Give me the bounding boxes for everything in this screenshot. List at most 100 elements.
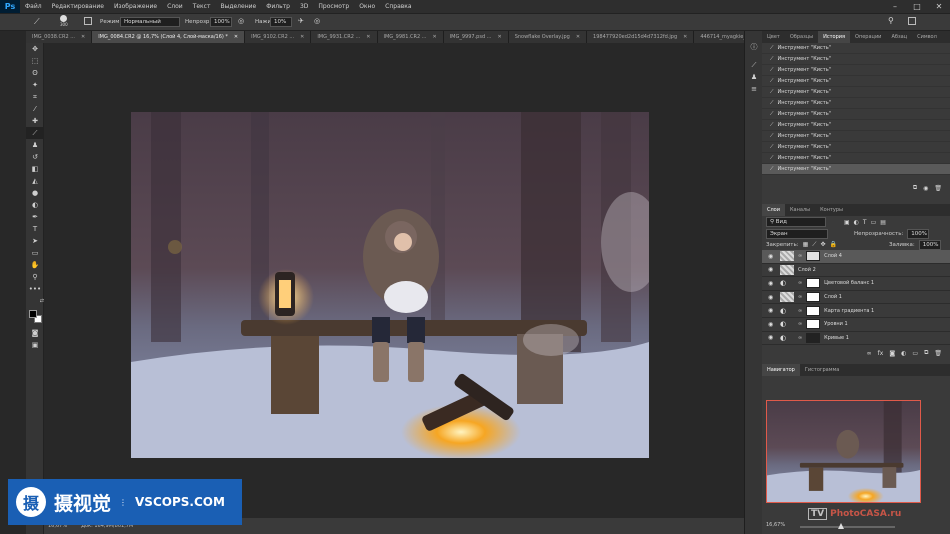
eye-icon[interactable]: ◉ bbox=[768, 253, 776, 260]
layer-mask-thumbnail[interactable] bbox=[806, 305, 821, 316]
new-document-from-state-icon[interactable]: ⧉ bbox=[913, 184, 917, 192]
close-icon[interactable]: ✕ bbox=[576, 34, 580, 40]
blur-tool-icon[interactable]: ● bbox=[26, 187, 44, 199]
eye-icon[interactable]: ◉ bbox=[768, 266, 776, 273]
history-item[interactable]: ⟋ Инструмент "Кисть" bbox=[762, 142, 950, 153]
history-item[interactable]: ⟋ Инструмент "Кисть" bbox=[762, 65, 950, 76]
history-item[interactable]: ⟋ Инструмент "Кисть" bbox=[762, 120, 950, 131]
more-tools-icon[interactable]: ••• bbox=[26, 283, 44, 295]
close-icon[interactable]: ✕ bbox=[366, 34, 370, 40]
snapshot-icon[interactable]: ◉ bbox=[923, 185, 928, 192]
menu-edit[interactable]: Редактирование bbox=[47, 3, 109, 10]
adjustment-layer-icon[interactable]: ◐ bbox=[901, 350, 906, 357]
eye-icon[interactable]: ◉ bbox=[768, 334, 776, 341]
filter-pixel-icon[interactable]: ▣ bbox=[844, 219, 850, 226]
history-item[interactable]: ⟋ Инструмент "Кисть" bbox=[762, 98, 950, 109]
doc-tab-active[interactable]: IMG_0084.CR2 @ 16,7% (Слой 4, Слой-маска… bbox=[92, 31, 246, 43]
trash-icon[interactable]: 🗑 bbox=[934, 185, 942, 192]
swap-colors-icon[interactable]: ⇄ bbox=[26, 295, 44, 307]
type-tool-icon[interactable]: T bbox=[26, 223, 44, 235]
menu-filter[interactable]: Фильтр bbox=[261, 3, 295, 10]
rectangle-tool-icon[interactable]: ▭ bbox=[26, 247, 44, 259]
lock-position-icon[interactable]: ✥ bbox=[820, 241, 825, 248]
layer-mask-thumbnail[interactable] bbox=[806, 292, 821, 303]
hand-tool-icon[interactable]: ✋ bbox=[26, 259, 44, 271]
layer-row[interactable]: ◉ ◐ ∞ Карта градиента 1 bbox=[762, 304, 950, 318]
workspace-icon[interactable] bbox=[908, 17, 916, 25]
layer-mask-thumbnail[interactable] bbox=[806, 332, 821, 343]
doc-tab[interactable]: IMG_9931.CR2 ... ✕ bbox=[311, 31, 378, 43]
eye-icon[interactable]: ◉ bbox=[768, 294, 776, 301]
lock-transparent-icon[interactable]: ▦ bbox=[803, 241, 809, 248]
foreground-color-swatch[interactable] bbox=[29, 310, 37, 318]
tab-navigator[interactable]: Навигатор bbox=[762, 364, 800, 377]
layer-mask-thumbnail[interactable] bbox=[806, 278, 821, 289]
blend-mode-select[interactable]: Экран bbox=[766, 228, 828, 239]
eye-icon[interactable]: ◉ bbox=[768, 307, 776, 314]
brush-tool-icon[interactable]: ⟋ bbox=[34, 17, 40, 27]
navigator-slider-handle[interactable] bbox=[838, 523, 844, 529]
menu-image[interactable]: Изображение bbox=[109, 3, 162, 10]
close-icon[interactable]: ✕ bbox=[928, 0, 950, 13]
pressure-opacity-icon[interactable]: ◎ bbox=[238, 17, 244, 25]
move-tool-icon[interactable]: ✥ bbox=[26, 43, 44, 55]
tab-history[interactable]: История bbox=[818, 31, 851, 43]
close-icon[interactable]: ✕ bbox=[497, 34, 501, 40]
navigator-zoom-slider[interactable] bbox=[800, 526, 895, 528]
close-icon[interactable]: ✕ bbox=[234, 34, 238, 40]
navigator-preview[interactable] bbox=[766, 400, 921, 503]
menu-view[interactable]: Просмотр bbox=[313, 3, 354, 10]
quick-mask-icon[interactable]: ◙ bbox=[26, 327, 44, 339]
layer-opacity-field[interactable]: 100% bbox=[907, 228, 930, 239]
fx-icon[interactable]: fx bbox=[878, 350, 884, 357]
tab-layers[interactable]: Слои bbox=[762, 204, 785, 216]
brush-preset-picker[interactable]: 300 bbox=[60, 15, 68, 27]
trash-icon[interactable]: 🗑 bbox=[934, 350, 942, 357]
flow-field[interactable]: 10% bbox=[270, 17, 292, 27]
layer-row[interactable]: ◉ ∞ Слой 1 bbox=[762, 291, 950, 305]
menu-layers[interactable]: Слои bbox=[162, 3, 188, 10]
menu-window[interactable]: Окно bbox=[354, 3, 380, 10]
tab-paragraph[interactable]: Абзац bbox=[886, 31, 912, 43]
layer-row[interactable]: ◉ ◐ ∞ Цветовой баланс 1 bbox=[762, 277, 950, 291]
doc-tab[interactable]: Snowflake Overlay.jpg ✕ bbox=[508, 31, 588, 43]
menu-file[interactable]: Файл bbox=[20, 3, 47, 10]
fill-field[interactable]: 100% bbox=[918, 239, 941, 250]
brush-panel-icon[interactable] bbox=[84, 17, 92, 25]
eye-icon[interactable]: ◉ bbox=[768, 321, 776, 328]
dodge-tool-icon[interactable]: ◐ bbox=[26, 199, 44, 211]
clone-stamp-tool-icon[interactable]: ♟ bbox=[26, 139, 44, 151]
doc-tab[interactable]: 198477920ed2d15d4d7312fd.jpg ✕ bbox=[587, 31, 695, 43]
link-icon[interactable]: ∞ bbox=[798, 335, 802, 341]
lasso-tool-icon[interactable]: ʘ bbox=[26, 67, 44, 79]
filter-smart-object-icon[interactable]: ▤ bbox=[880, 219, 886, 226]
marquee-tool-icon[interactable]: ⬚ bbox=[26, 55, 44, 67]
history-item[interactable]: ⟋ Инструмент "Кисть" bbox=[762, 54, 950, 65]
close-icon[interactable]: ✕ bbox=[81, 34, 85, 40]
tab-swatches[interactable]: Образцы bbox=[785, 31, 818, 43]
clone-source-icon[interactable]: ♟ bbox=[745, 71, 763, 83]
screen-mode-icon[interactable]: ▣ bbox=[26, 339, 44, 351]
color-swatches[interactable] bbox=[26, 307, 43, 327]
tab-color[interactable]: Цвет bbox=[762, 31, 785, 43]
doc-tab[interactable]: IMG_9997.psd ... ✕ bbox=[443, 31, 509, 43]
opacity-field[interactable]: 100% bbox=[210, 17, 232, 27]
eyedropper-tool-icon[interactable]: ⁄ bbox=[26, 103, 44, 115]
tab-histogram[interactable]: Гистограмма bbox=[800, 364, 845, 376]
close-icon[interactable]: ✕ bbox=[683, 34, 687, 40]
info-icon[interactable]: ⓘ bbox=[745, 41, 763, 53]
tab-channels[interactable]: Каналы bbox=[785, 204, 815, 216]
tab-character[interactable]: Символ bbox=[912, 31, 942, 43]
filter-shape-icon[interactable]: ▭ bbox=[871, 219, 877, 226]
zoom-tool-icon[interactable]: ⚲ bbox=[26, 271, 44, 283]
menu-select[interactable]: Выделение bbox=[215, 3, 261, 10]
history-item[interactable]: ⟋ Инструмент "Кисть" bbox=[762, 76, 950, 87]
magic-wand-tool-icon[interactable]: ✦ bbox=[26, 79, 44, 91]
pressure-size-icon[interactable]: ◎ bbox=[314, 17, 320, 25]
lock-pixels-icon[interactable]: ⟋ bbox=[812, 241, 816, 249]
lock-all-icon[interactable]: 🔒 bbox=[829, 241, 836, 248]
paint-bucket-tool-icon[interactable]: ◭ bbox=[26, 175, 44, 187]
link-icon[interactable]: ∞ bbox=[798, 280, 802, 286]
layer-filter-select[interactable]: ⚲ Вид bbox=[766, 217, 826, 227]
mode-select[interactable]: Нормальный bbox=[120, 17, 180, 27]
